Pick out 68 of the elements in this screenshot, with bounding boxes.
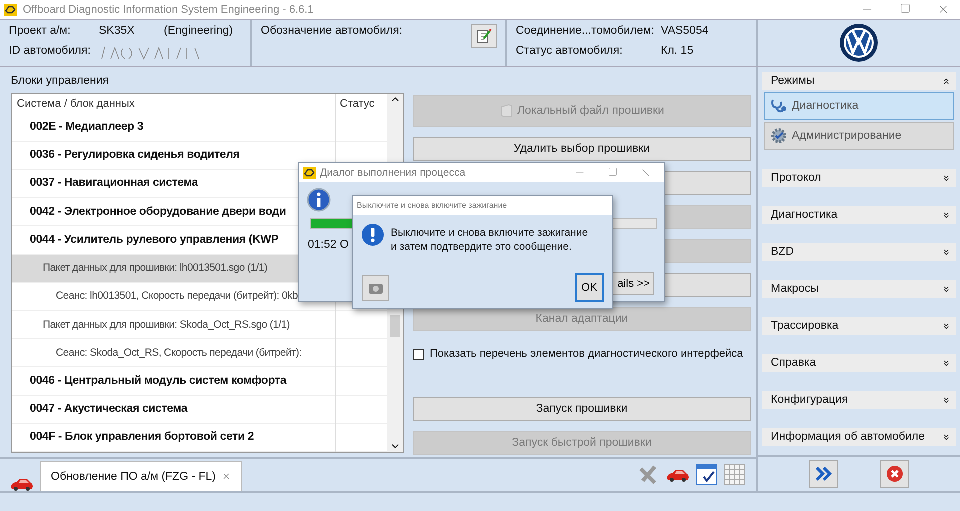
sidebar-section-header[interactable]: Трассировка: [762, 317, 956, 335]
expand-icon: [942, 248, 951, 256]
interface-checkbox[interactable]: Показать перечень элементов диагностического интерфейса: [413, 347, 744, 361]
expand-icon: [942, 284, 951, 294]
mode-item[interactable]: Диагностика: [764, 92, 954, 120]
field-value: Кл. 15: [661, 45, 695, 57]
field-label: Статус автомобиля:: [516, 45, 624, 57]
tree-row[interactable]: 0047 - Акустическая система: [12, 396, 387, 424]
document-tab[interactable]: Обновление ПО а/м (FZG - FL): [40, 461, 242, 491]
car-icon[interactable]: [666, 468, 690, 482]
close-icon[interactable]: [937, 3, 950, 16]
expand-icon: [942, 174, 951, 182]
info-icon: [307, 188, 331, 212]
column-header: Система / блок данных: [16, 98, 136, 110]
window-title: Offboard Diagnostic Information System Engineering - 6.6.1: [23, 4, 315, 16]
expand-icon: [942, 432, 951, 442]
sidebar-section-header[interactable]: Справка: [762, 354, 956, 372]
column-header: Статус: [339, 98, 376, 110]
ok-button[interactable]: OK: [575, 273, 604, 302]
sidebar-section-header[interactable]: Макросы: [762, 280, 956, 298]
action-button[interactable]: Удалить выбор прошивки: [413, 137, 751, 161]
app-logo-icon: [4, 4, 17, 16]
sidebar-section-header[interactable]: Конфигурация: [762, 391, 956, 409]
notepad-pencil-icon: [476, 28, 492, 44]
field-label: Соединение...томобилем:: [516, 25, 656, 37]
stethoscope-icon: [770, 98, 788, 114]
checked-calendar-icon[interactable]: [696, 464, 718, 486]
close-icon[interactable]: [222, 472, 231, 481]
forward-button[interactable]: [809, 460, 838, 488]
edit-button[interactable]: [471, 24, 497, 48]
field-label: Проект а/м:: [9, 25, 72, 37]
sidebar-section-header[interactable]: Протокол: [762, 169, 956, 187]
flash-button[interactable]: Запуск прошивки: [413, 397, 751, 421]
grid-icon[interactable]: [724, 464, 746, 486]
exclamation-icon: [361, 223, 385, 247]
section-title: Блоки управления: [10, 74, 110, 89]
field-value: SK35X: [99, 25, 136, 37]
expand-icon: [942, 358, 951, 368]
expand-icon: [942, 396, 951, 404]
file-icon: [500, 104, 514, 118]
mode-item[interactable]: Администрирование: [764, 122, 954, 150]
app-logo-icon: [303, 166, 316, 178]
sidebar-section-header[interactable]: Режимы: [762, 72, 956, 90]
expand-icon: [942, 210, 951, 220]
camera-icon: [368, 281, 384, 295]
collapse-icon: [942, 76, 951, 86]
scrollbar-thumb[interactable]: [390, 315, 400, 337]
car-icon[interactable]: [10, 477, 34, 491]
cancel-icon: [886, 465, 904, 483]
double-chevron-icon: [814, 467, 832, 481]
dialog-message: Выключите и снова включите зажигание и затем подтвердите это сообщение.: [391, 226, 588, 254]
sidebar-section-header[interactable]: Информация об автомобиле: [762, 428, 956, 446]
maximize-icon[interactable]: [900, 3, 911, 14]
gear-icon: [770, 128, 788, 144]
maximize-icon[interactable]: [608, 166, 618, 176]
sidebar-section-header[interactable]: BZD: [762, 243, 956, 261]
field-label: Обозначение автомобиля:: [261, 25, 403, 37]
field-value: (Engineering): [164, 25, 234, 37]
vw-logo-icon: [839, 23, 879, 63]
field-value: VAS5054: [661, 25, 709, 37]
tree-row[interactable]: 0036 - Регулировка сиденья водителя: [12, 142, 387, 170]
field-label: ID автомобиля:: [9, 45, 92, 59]
sidebar-section-header[interactable]: Диагностика: [762, 206, 956, 224]
screenshot-button[interactable]: [362, 275, 389, 301]
expand-icon: [942, 322, 951, 330]
elapsed-time: 01:52 О: [308, 239, 349, 251]
details-button[interactable]: ails >>: [610, 272, 654, 295]
cancel-button[interactable]: [880, 460, 909, 488]
